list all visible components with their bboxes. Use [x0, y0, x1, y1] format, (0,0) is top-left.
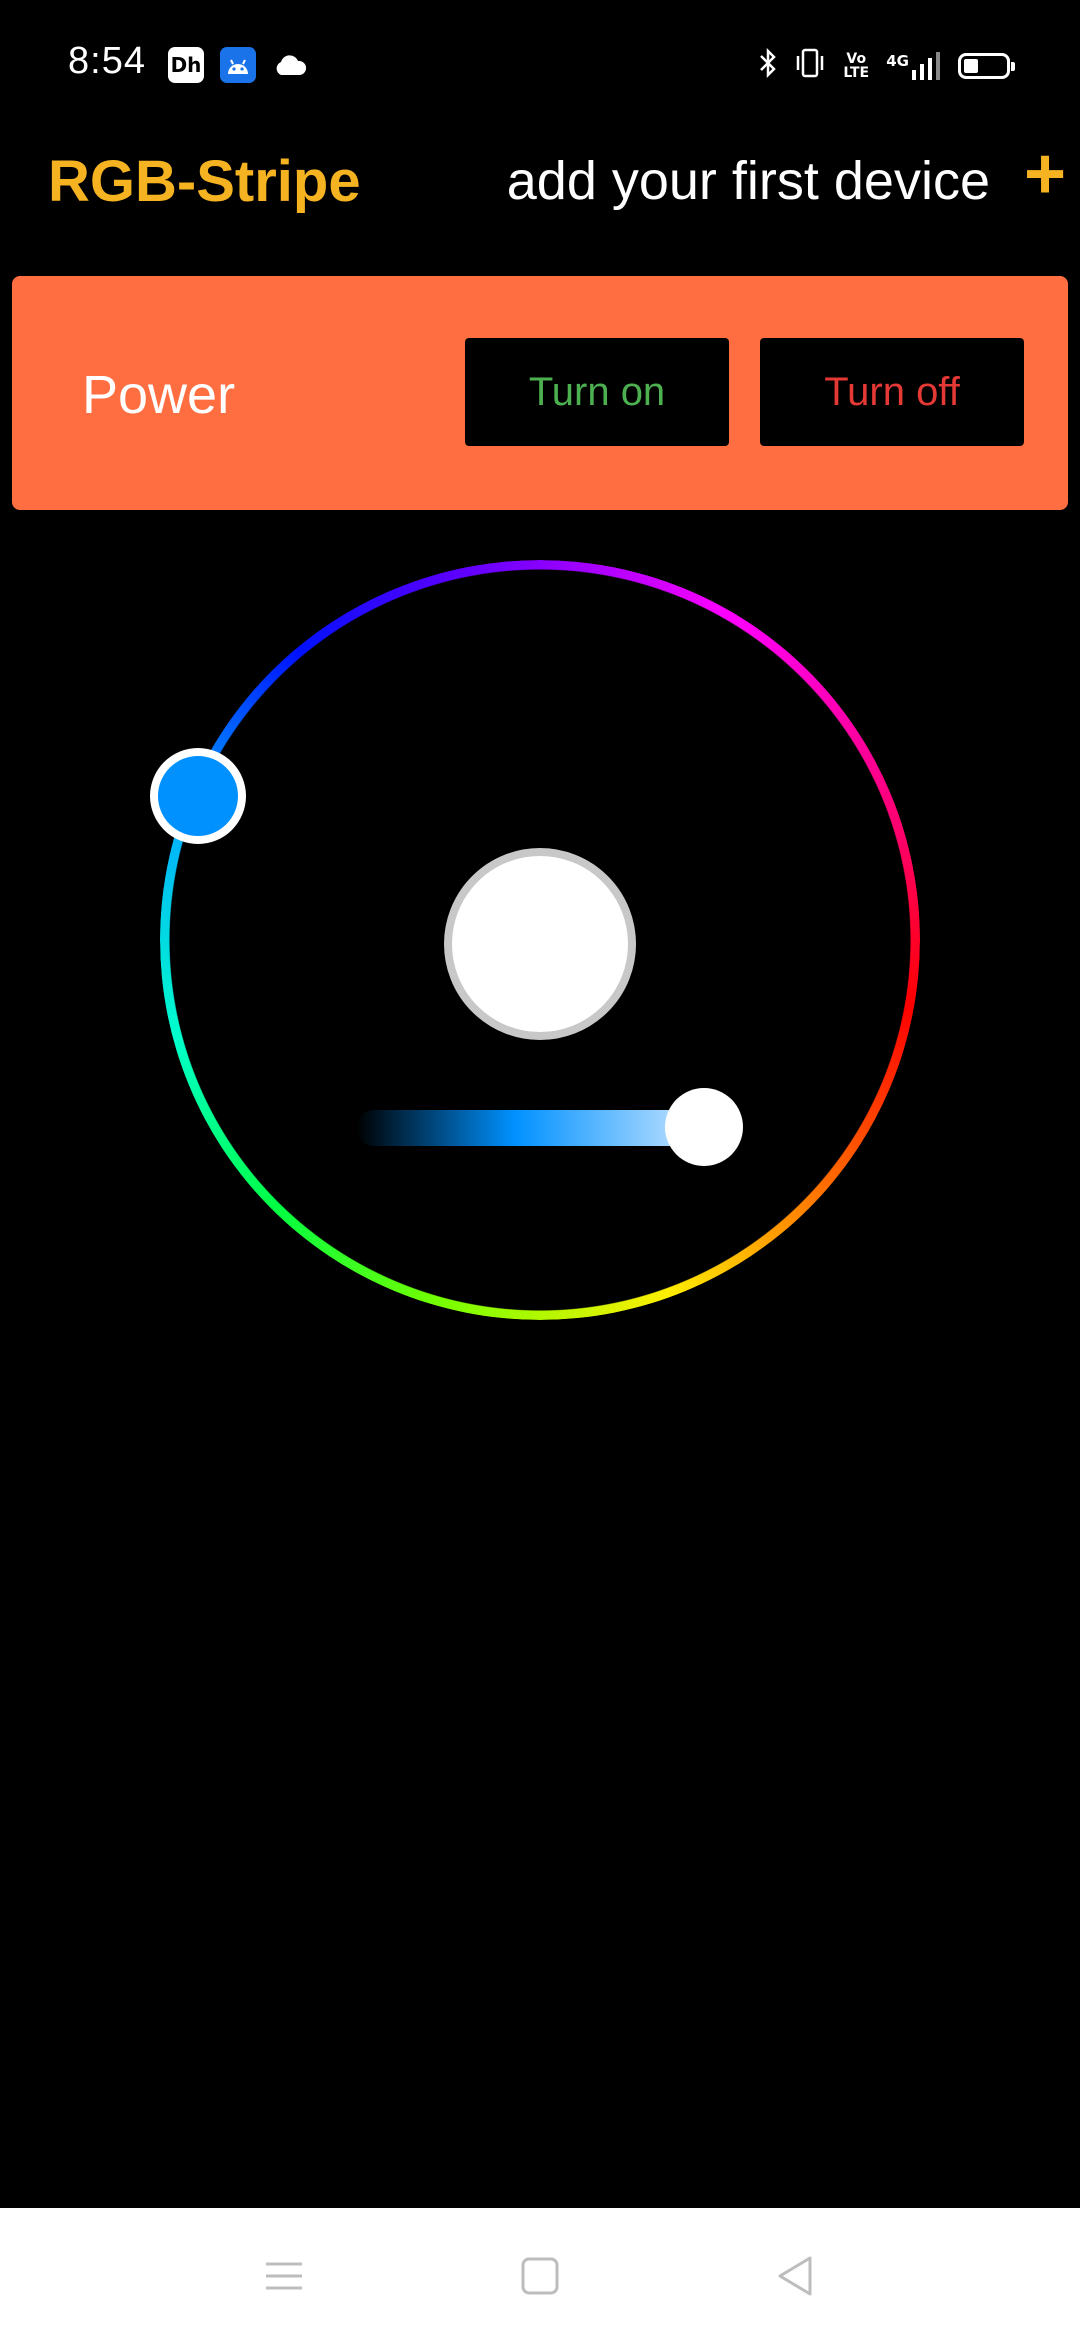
- turn-on-button[interactable]: Turn on: [465, 338, 729, 446]
- brightness-slider-thumb[interactable]: [665, 1088, 743, 1166]
- back-icon[interactable]: [774, 2254, 818, 2298]
- add-device-button[interactable]: +: [1024, 138, 1066, 210]
- status-icons: Vo LTE 4G: [758, 47, 1015, 86]
- turn-off-button[interactable]: Turn off: [760, 338, 1024, 446]
- home-icon[interactable]: [518, 2254, 562, 2298]
- vibrate-icon: [794, 48, 826, 85]
- brightness-slider[interactable]: [356, 1110, 708, 1146]
- menu-icon[interactable]: [262, 2254, 306, 2298]
- status-bar: 8:54 Dh Vo LTE 4G: [0, 0, 1080, 130]
- cloud-icon: [270, 47, 310, 83]
- battery-icon: [958, 53, 1015, 79]
- network-type-label: 4G: [886, 52, 909, 70]
- status-time: 8:54: [68, 40, 146, 82]
- selected-color-swatch[interactable]: [444, 848, 636, 1040]
- volte-icon: Vo LTE: [843, 51, 870, 81]
- disney-plus-hotstar-icon: Dh: [168, 47, 204, 83]
- signal-4g-icon: 4G: [886, 52, 942, 80]
- bluetooth-icon: [758, 47, 778, 86]
- app-title: RGB-Stripe: [48, 149, 361, 214]
- add-device-label[interactable]: add your first device: [507, 150, 990, 212]
- system-nav-bar: [0, 2208, 1080, 2340]
- power-label: Power: [82, 365, 236, 425]
- power-card: Power Turn on Turn off: [12, 276, 1068, 510]
- android-icon: [220, 47, 256, 83]
- hue-ring-thumb[interactable]: [150, 748, 246, 844]
